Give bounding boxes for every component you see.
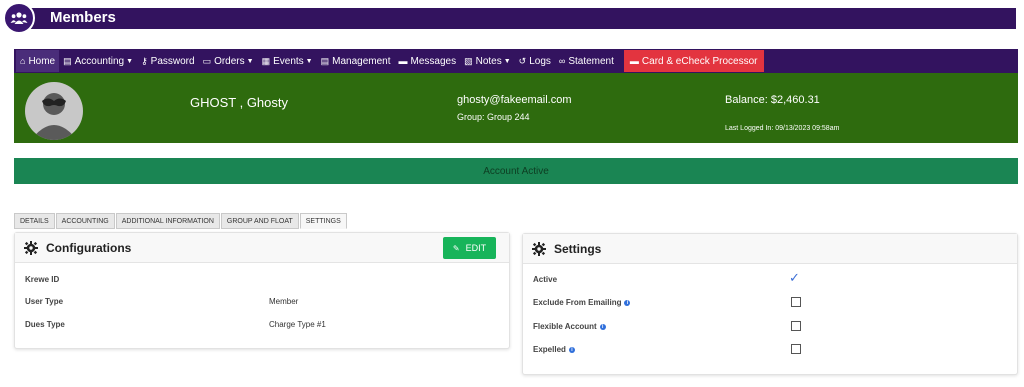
configurations-title: Configurations — [46, 240, 132, 255]
nav-orders[interactable]: ▭ Orders ▼ — [199, 50, 258, 72]
avatar — [25, 82, 83, 140]
nav-management-label: Management — [332, 55, 391, 67]
nav-orders-label: Orders — [214, 55, 245, 67]
nav-notes-label: Notes — [475, 55, 502, 67]
header-bar — [14, 8, 1016, 29]
info-icon[interactable]: i — [624, 300, 631, 306]
tab-additional-information[interactable]: ADDITIONAL INFORMATION — [115, 213, 220, 229]
setting-expelled-label: Expelled i — [533, 345, 575, 354]
setting-flexible-account-text: Flexible Account — [533, 322, 597, 331]
edit-button[interactable]: ✎ EDIT — [443, 237, 496, 259]
nav-statement[interactable]: ∞ Statement — [555, 50, 618, 72]
link-icon: ∞ — [558, 56, 566, 66]
history-icon: ↺ — [518, 55, 527, 66]
nav-card-processor[interactable]: ▬ Card & eCheck Processor — [623, 50, 764, 72]
nav-logs-label: Logs — [529, 55, 551, 67]
nav-card-processor-label: Card & eCheck Processor — [641, 55, 758, 67]
people-group-icon — [3, 2, 35, 34]
configurations-header: Configurations ✎ EDIT — [15, 233, 509, 263]
nav-management[interactable]: ▤ Management — [317, 50, 395, 72]
settings-title: Settings — [554, 241, 602, 256]
expelled-checkbox[interactable] — [791, 344, 801, 354]
nav-statement-label: Statement — [568, 55, 614, 67]
nav-logs[interactable]: ↺ Logs — [515, 50, 555, 72]
calendar-icon: ▦ — [261, 55, 271, 66]
nav-events[interactable]: ▦ Events ▼ — [258, 50, 317, 72]
credit-card-icon: ▬ — [629, 56, 639, 66]
setting-flexible-account-label: Flexible Account i — [533, 322, 606, 331]
settings-header: Settings — [523, 234, 1017, 264]
nav-accounting[interactable]: ▤ Accounting ▼ — [59, 50, 137, 72]
nav-accounting-label: Accounting — [74, 55, 125, 67]
note-icon: ▧ — [464, 55, 473, 66]
member-tabs: DETAILS ACCOUNTING ADDITIONAL INFORMATIO… — [14, 213, 348, 229]
setting-active-label: Active — [533, 275, 557, 284]
user-type-value: Member — [269, 297, 299, 306]
key-icon: ⚷ — [141, 55, 148, 66]
ledger-icon: ▤ — [63, 55, 72, 66]
box-icon: ▭ — [202, 55, 212, 66]
caret-down-icon: ▼ — [503, 57, 511, 65]
active-checkmark-icon[interactable]: ✓ — [789, 270, 800, 286]
gear-icon — [532, 241, 546, 256]
member-profile: GHOST , Ghosty ghosty@fakeemail.com Grou… — [14, 73, 1018, 143]
ghost-mask-icon — [31, 93, 77, 140]
setting-expelled-text: Expelled — [533, 345, 566, 354]
app-header: Members — [0, 0, 1016, 36]
member-group: Group: Group 244 — [457, 112, 530, 122]
nav-messages[interactable]: ▬ Messages — [395, 50, 461, 72]
info-icon[interactable]: i — [599, 324, 606, 330]
configurations-panel: Configurations ✎ EDIT Krewe ID User Type… — [14, 232, 510, 349]
settings-panel: Settings Active ✓ Exclude From Emailing i… — [522, 233, 1018, 375]
setting-exclude-emailing-text: Exclude From Emailing — [533, 298, 622, 307]
gear-icon — [24, 240, 38, 255]
caret-down-icon: ▼ — [246, 57, 254, 65]
flexible-account-checkbox[interactable] — [791, 321, 801, 331]
member-balance: Balance: $2,460.31 — [725, 94, 820, 106]
caret-down-icon: ▼ — [126, 57, 134, 65]
setting-active-text: Active — [533, 275, 558, 284]
info-icon[interactable]: i — [568, 347, 575, 353]
exclude-emailing-checkbox[interactable] — [791, 297, 801, 307]
nav-home-label: Home — [28, 55, 56, 67]
nav-password-label: Password — [150, 55, 195, 67]
nav-home[interactable]: ⌂ Home — [16, 50, 60, 72]
main-nav: ⌂ Home ▤ Accounting ▼ ⚷ Password ▭ Orders ▼ ▦ E… — [14, 49, 1018, 73]
home-icon: ⌂ — [20, 56, 26, 66]
dues-type-value: Charge Type #1 — [269, 320, 326, 329]
user-type-label: User Type — [25, 297, 64, 306]
account-status-bar: Account Active — [14, 158, 1018, 184]
page-title: Members — [50, 9, 116, 26]
tab-group-and-float[interactable]: GROUP AND FLOAT — [220, 213, 299, 229]
edit-button-label: EDIT — [465, 243, 487, 253]
nav-password[interactable]: ⚷ Password — [137, 50, 199, 72]
last-logged-in: Last Logged In: 09/13/2023 09:58am — [725, 125, 840, 132]
setting-exclude-emailing-label: Exclude From Emailing i — [533, 298, 631, 307]
tab-settings[interactable]: SETTINGS — [299, 213, 347, 229]
nav-events-label: Events — [273, 55, 304, 67]
pencil-icon: ✎ — [452, 243, 460, 253]
account-status-text: Account Active — [483, 165, 549, 177]
krewe-id-label: Krewe ID — [25, 275, 60, 284]
nav-messages-label: Messages — [410, 55, 457, 67]
chat-icon: ▬ — [398, 56, 408, 66]
caret-down-icon: ▼ — [305, 57, 313, 65]
clipboard-icon: ▤ — [320, 55, 330, 66]
nav-notes[interactable]: ▧ Notes ▼ — [460, 50, 515, 72]
member-email: ghosty@fakeemail.com — [457, 94, 572, 106]
tab-details[interactable]: DETAILS — [14, 213, 55, 229]
member-name: GHOST , Ghosty — [190, 95, 289, 110]
dues-type-label: Dues Type — [25, 320, 65, 329]
tab-accounting[interactable]: ACCOUNTING — [55, 213, 115, 229]
